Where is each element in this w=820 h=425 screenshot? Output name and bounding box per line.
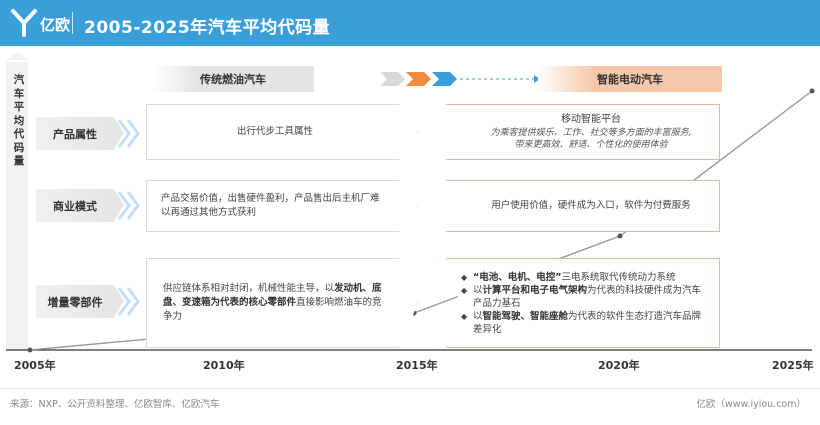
header-bar: 亿欧 2005-2025年汽车平均代码量: [0, 0, 820, 46]
header-divider: [72, 12, 73, 34]
text-segment-bold: “电池、电机、电控”: [473, 271, 562, 283]
transition-chevron-3: [432, 72, 457, 86]
footer-divider: [0, 388, 820, 389]
trend-point-2020: [617, 233, 623, 239]
text-segment: 争力: [163, 311, 183, 322]
bullet-continuation: 产品力基石: [461, 297, 711, 310]
box-business-traditional: 产品交易价值，出售硬件盈利，产品售出后主机厂难 以再通过其他方式获利: [146, 180, 418, 232]
text-segment: 为代表的软件生态打造汽车品牌: [568, 310, 702, 322]
bullet-continuation: 差异化: [461, 323, 711, 336]
text-segment: 以: [473, 284, 483, 296]
box-business-smart: 用户使用价值，硬件成为入口，软件为付费服务: [446, 180, 720, 232]
diamond-bullet-icon: ◆: [461, 285, 468, 295]
text-segment: 以: [473, 310, 483, 322]
box-components-smart: ◆ “电池、电机、电控”三电系统取代传统动力系统 ◆ 以计算平台和电子电气架构为代表…: [446, 258, 720, 348]
row-label-product: 产品属性: [36, 117, 124, 150]
transition-chevron-1: [380, 72, 405, 86]
product-traditional-text: 出行代步工具属性: [236, 126, 313, 137]
product-smart-sub: 为乘客提供娱乐、工作、社交等多方面的丰富服务,: [490, 128, 692, 138]
trend-point-2025: [809, 88, 815, 94]
x-tick-label: 2015年: [396, 359, 438, 372]
product-smart-title: 移动智能平台: [561, 114, 621, 125]
bullet-item: ◆ 以智能驾驶、智能座舱为代表的软件生态打造汽车品牌: [461, 310, 711, 323]
text-segment-bold: 发动机、底: [334, 283, 382, 294]
box-components-traditional: 供应链体系相对封闭，机械性能主导，以发动机、底盘、变速箱为代表的核心零部件直接影…: [146, 258, 418, 348]
text-segment: 直接影响燃油车的竞: [296, 297, 382, 308]
y-axis-arrowhead: [6, 52, 28, 60]
business-traditional-line: 产品交易价值，出售硬件盈利，产品售出后主机厂难: [161, 193, 380, 204]
business-traditional-line: 以再通过其他方式获利: [161, 207, 257, 218]
double-chevron-icon: [117, 191, 140, 220]
text-segment: 为代表的科技硬件成为汽车: [587, 284, 702, 296]
logo-icon: [11, 9, 37, 37]
text-segment-bold: 计算平台和电子电气架构: [482, 284, 588, 296]
logo-text: 亿欧: [40, 16, 71, 34]
y-axis-label: 汽车平均代码量: [13, 74, 25, 167]
x-tick-label: 2025年: [772, 359, 814, 372]
band-smart-electric: 智能电动汽车: [538, 66, 722, 92]
band-traditional-fuel: 传统燃油汽车: [152, 66, 314, 92]
row-label-components: 增量零部件: [36, 285, 124, 318]
diamond-bullet-icon: ◆: [461, 272, 468, 282]
logo: 亿欧: [10, 8, 70, 38]
text-segment: 产品力基石: [473, 297, 521, 309]
text-segment: 供应链体系相对封闭，机械性能主导，以: [163, 283, 335, 294]
text-segment-bold: 智能驾驶、智能座舱: [482, 310, 569, 322]
text-segment: 三电系统取代传统动力系统: [561, 271, 676, 283]
diamond-bullet-icon: ◆: [461, 311, 468, 321]
bullet-item: ◆ 以计算平台和电子电气架构为代表的科技硬件成为汽车: [461, 284, 711, 297]
double-chevron-icon: [117, 287, 140, 316]
credit-note: 亿欧（www.iyiou.com）: [696, 399, 806, 410]
components-traditional-text: 供应链体系相对封闭，机械性能主导，以发动机、底盘、变速箱为代表的核心零部件直接影…: [163, 282, 389, 324]
trend-point-2005: [27, 347, 33, 353]
bullet-item: ◆ “电池、电机、电控”三电系统取代传统动力系统: [461, 271, 711, 284]
product-smart-sub: 带来更高效、舒适、个性化的使用体验: [514, 140, 668, 150]
text-segment-bold: 盘、变速箱为代表的核心零部件: [163, 297, 297, 308]
page-title: 2005-2025年汽车平均代码量: [84, 18, 331, 38]
x-tick-label: 2010年: [203, 359, 245, 372]
text-segment: 差异化: [473, 323, 502, 335]
business-smart-text: 用户使用价值，硬件成为入口，软件为付费服务: [491, 200, 691, 211]
source-note: 来源：NXP、公开资料整理、亿欧智库、亿欧汽车: [10, 399, 220, 410]
row-label-business: 商业模式: [36, 189, 124, 222]
box-product-smart: 移动智能平台 为乘客提供娱乐、工作、社交等多方面的丰富服务, 带来更高效、舒适、…: [446, 104, 720, 160]
transition-chevron-2: [406, 72, 431, 86]
box-product-traditional: 出行代步工具属性: [146, 104, 418, 160]
x-tick-label: 2005年: [14, 359, 56, 372]
double-chevron-icon: [117, 119, 140, 148]
x-tick-label: 2020年: [598, 359, 640, 372]
